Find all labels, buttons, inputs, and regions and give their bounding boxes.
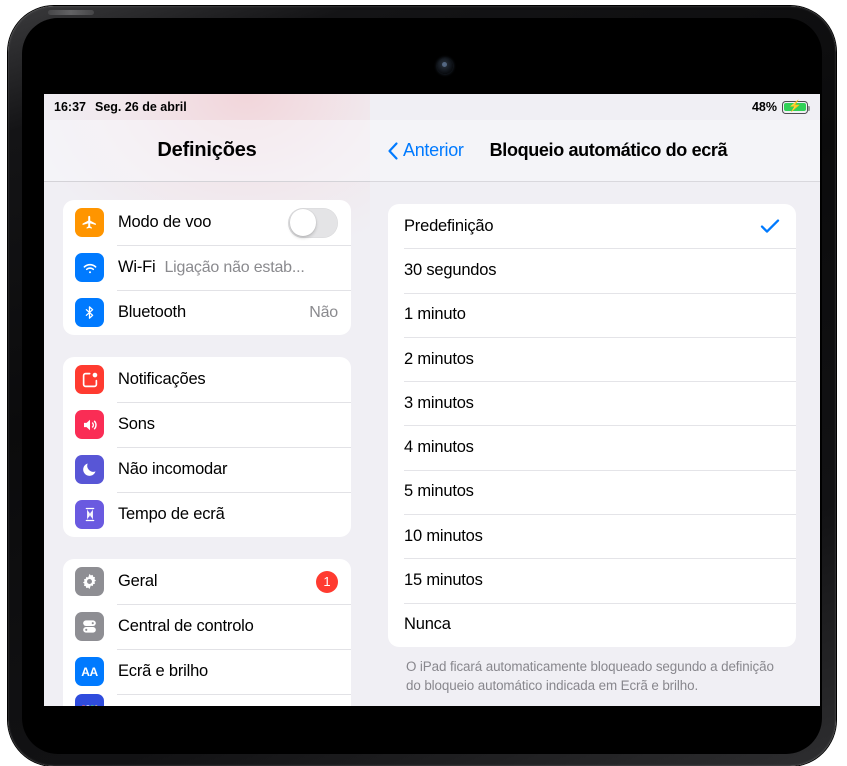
sidebar-item-sounds[interactable]: Sons [63, 402, 351, 447]
sidebar-item-label: Geral [118, 572, 158, 590]
list-item[interactable]: 15 minutos [388, 558, 796, 602]
sidebar-item-home-screen-dock[interactable] [63, 694, 351, 706]
sidebar-item-wifi[interactable]: Wi-Fi Ligação não estab... [63, 245, 351, 290]
option-label: 10 minutos [404, 526, 483, 545]
option-label: 5 minutos [404, 482, 474, 501]
option-label: 30 segundos [404, 260, 497, 279]
list-item[interactable]: 1 minuto [388, 292, 796, 337]
bluetooth-icon [75, 298, 104, 327]
checkmark-icon [760, 219, 780, 233]
airplane-mode-toggle[interactable] [288, 207, 338, 238]
status-bar-right: 48% ⚡ [751, 100, 811, 114]
moon-icon [75, 455, 104, 484]
list-item[interactable]: 3 minutos [388, 381, 796, 425]
home-screen-dock-icon [75, 694, 104, 706]
airplane-icon [75, 208, 104, 237]
sidebar-item-do-not-disturb[interactable]: Não incomodar [63, 447, 351, 492]
sidebar-item-notifications[interactable]: Notificações [63, 357, 351, 402]
status-time: 16:37 [54, 100, 86, 114]
list-item[interactable]: 10 minutos [388, 514, 796, 558]
sidebar-group-connectivity: Modo de voo Wi-Fi Ligação não estab... B… [63, 200, 351, 335]
sidebar-item-label: Não incomodar [118, 460, 228, 478]
sidebar-item-display-brightness[interactable]: AA Ecrã e brilho [63, 649, 351, 694]
sidebar-item-airplane-mode[interactable]: Modo de voo [63, 200, 351, 245]
wifi-status-value: Ligação não estab... [164, 258, 305, 276]
option-label: 1 minuto [404, 305, 466, 324]
option-label: 2 minutos [404, 349, 474, 368]
option-label: Predefinição [404, 216, 494, 235]
sidebar-item-label: Ecrã e brilho [118, 662, 209, 680]
settings-sidebar: Definições Modo de voo Wi-Fi Ligação não… [44, 94, 370, 706]
detail-scroll-area[interactable]: Predefinição 30 segundos 1 minuto 2 minu… [370, 182, 820, 695]
sidebar-header: Definições [44, 120, 370, 182]
status-bar: 16:37 Seg. 26 de abril 48% ⚡ [44, 94, 820, 120]
wifi-icon [75, 253, 104, 282]
page-title: Definições [157, 139, 257, 161]
sidebar-item-label: Notificações [118, 370, 206, 388]
auto-lock-options-list: Predefinição 30 segundos 1 minuto 2 minu… [388, 204, 796, 647]
option-label: 4 minutos [404, 438, 474, 457]
status-date: Seg. 26 de abril [94, 100, 187, 114]
option-label: 3 minutos [404, 393, 474, 412]
sidebar-item-label: Tempo de ecrã [118, 505, 225, 523]
display-icon-glyph: AA [81, 664, 98, 679]
chevron-left-icon [388, 141, 398, 160]
toggle-knob [289, 209, 317, 236]
list-item[interactable]: 4 minutos [388, 425, 796, 469]
list-item[interactable]: Predefinição [388, 204, 796, 248]
status-bar-left: 16:37 Seg. 26 de abril [54, 100, 187, 114]
auto-lock-footer-note: O iPad ficará automaticamente bloqueado … [406, 658, 774, 693]
battery-icon: ⚡ [782, 100, 811, 114]
sidebar-item-label: Wi-Fi [118, 258, 156, 276]
sidebar-item-general[interactable]: Geral 1 [63, 559, 351, 604]
sidebar-item-control-center[interactable]: Central de controlo [63, 604, 351, 649]
list-item[interactable]: 30 segundos [388, 248, 796, 292]
sound-icon [75, 410, 104, 439]
sidebar-scroll-area[interactable]: Modo de voo Wi-Fi Ligação não estab... B… [44, 182, 370, 706]
back-button[interactable]: Anterior [387, 140, 464, 161]
gear-icon [75, 567, 104, 596]
split-view: Definições Modo de voo Wi-Fi Ligação não… [44, 94, 820, 706]
ipad-device-frame: 16:37 Seg. 26 de abril 48% ⚡ Definições [8, 6, 836, 766]
list-item[interactable]: Nunca [388, 602, 796, 647]
list-item[interactable]: 5 minutos [388, 469, 796, 514]
sidebar-item-label: Modo de voo [118, 213, 212, 231]
sidebar-group-system: Geral 1 Central de controlo AA Ecrã e br… [63, 559, 351, 706]
back-button-label: Anterior [403, 140, 464, 160]
sidebar-item-screen-time[interactable]: Tempo de ecrã [63, 492, 351, 537]
list-item[interactable]: 2 minutos [388, 336, 796, 381]
option-label: 15 minutos [404, 571, 483, 590]
charging-bolt-icon: ⚡ [788, 100, 802, 113]
option-label: Nunca [404, 615, 451, 634]
sidebar-item-label: Sons [118, 415, 155, 433]
notifications-icon [75, 365, 104, 394]
general-update-badge: 1 [316, 570, 338, 593]
front-camera [437, 58, 453, 74]
hourglass-icon [75, 500, 104, 529]
control-center-icon [75, 612, 104, 641]
sidebar-group-alerts: Notificações Sons Não incomodar Tempo de… [63, 357, 351, 537]
sidebar-item-label: Central de controlo [118, 617, 254, 635]
detail-pane: Anterior Bloqueio automático do ecrã Pre… [370, 94, 820, 706]
display-brightness-icon: AA [75, 657, 104, 686]
navigation-bar: Anterior Bloqueio automático do ecrã [370, 120, 820, 182]
bluetooth-status-value: Não [309, 303, 338, 321]
sidebar-item-label: Bluetooth [118, 303, 186, 321]
detail-title: Bloqueio automático do ecrã [489, 140, 728, 160]
battery-percent-label: 48% [751, 100, 777, 114]
antenna-band [48, 10, 94, 15]
ipad-screen: 16:37 Seg. 26 de abril 48% ⚡ Definições [44, 94, 820, 706]
sidebar-item-bluetooth[interactable]: Bluetooth Não [63, 290, 351, 335]
